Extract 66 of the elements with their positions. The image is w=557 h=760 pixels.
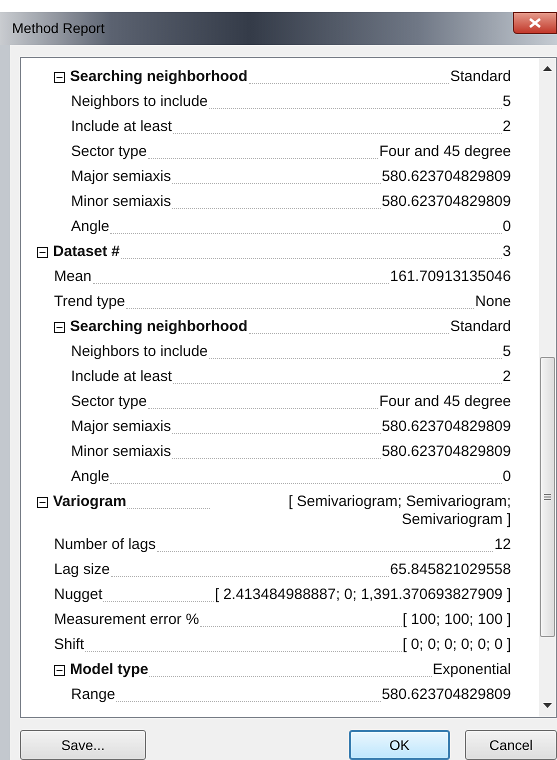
property-value: [ 2.413484988887; 0; 1,391.370693827909 ] [214, 584, 511, 605]
property-label: Mean [54, 267, 92, 288]
collapse-icon[interactable] [54, 664, 65, 676]
property-value: Four and 45 degree [379, 142, 511, 162]
property-label: Lag size [54, 560, 110, 580]
property-label: Neighbors to include [71, 92, 208, 112]
property-value: 3 [502, 242, 511, 262]
property-label: Angle [71, 467, 110, 488]
collapse-icon[interactable] [37, 246, 48, 258]
property-value: [ Semivariogram; Semivariogram; Semivariogram ] [287, 492, 511, 530]
property-label: Measurement error % [54, 610, 200, 630]
scroll-up-icon[interactable] [543, 66, 552, 72]
dialog-button[interactable]: Save... [20, 730, 146, 760]
property-label: Sector type [71, 142, 147, 162]
property-value: 12 [494, 534, 511, 555]
collapse-icon[interactable] [54, 72, 65, 83]
property-label: Include at least [71, 367, 172, 388]
property-value: 0 [502, 466, 511, 487]
property-label: Minor semiaxis [71, 192, 172, 212]
property-label: Sector type [71, 392, 147, 412]
property-label: Range [71, 685, 116, 706]
property-value: 2 [502, 366, 511, 387]
property-label: Major semiaxis [71, 417, 172, 438]
property-label: Angle [71, 217, 110, 238]
property-value: 5 [502, 342, 511, 362]
collapse-icon[interactable] [37, 496, 48, 508]
property-label: Include at least [71, 117, 172, 138]
window-title: Method Report [11, 19, 105, 38]
property-label: Trend type [54, 292, 126, 312]
property-value: 580.623704829809 [382, 416, 511, 437]
property-value: 161.70913135046 [390, 266, 511, 287]
property-value: Exponential [432, 660, 511, 680]
dialog-button[interactable]: OK [349, 730, 450, 760]
property-value: 580.623704829809 [382, 684, 511, 705]
property-value: Standard [450, 66, 511, 87]
collapse-icon[interactable] [54, 322, 65, 333]
property-value: 0 [502, 216, 511, 237]
property-label: Number of lags [54, 535, 156, 556]
property-value: 580.623704829809 [382, 192, 511, 212]
grip-icon [544, 494, 551, 500]
property-value: 5 [502, 92, 511, 112]
property-label: Searching neighborhood [70, 317, 248, 338]
property-label: Variogram [53, 492, 126, 512]
property-label: Searching neighborhood [70, 67, 248, 88]
property-label: Nugget [54, 585, 102, 606]
close-button[interactable] [513, 12, 557, 34]
scroll-down-icon[interactable] [543, 703, 552, 709]
property-value: Four and 45 degree [379, 392, 511, 412]
property-value: 2 [502, 116, 511, 137]
property-value: [ 0; 0; 0; 0; 0; 0 ] [402, 634, 511, 655]
property-label: Major semiaxis [71, 167, 172, 188]
property-value: 65.845821029558 [390, 560, 511, 580]
property-label: Minor semiaxis [71, 442, 172, 462]
close-icon [529, 18, 541, 28]
property-value: None [475, 292, 511, 312]
property-value: [ 100; 100; 100 ] [402, 610, 511, 630]
property-label: Neighbors to include [71, 342, 208, 362]
scrollbar[interactable] [539, 58, 556, 717]
property-label: Dataset # [53, 242, 120, 262]
dialog-button[interactable]: Cancel [465, 730, 557, 760]
property-label: Shift [54, 635, 84, 656]
property-value: Standard [450, 316, 511, 337]
property-value: 580.623704829809 [382, 166, 511, 187]
scrollbar-thumb[interactable] [540, 356, 555, 637]
property-label: Model type [70, 660, 148, 680]
property-value: 580.623704829809 [382, 442, 511, 462]
